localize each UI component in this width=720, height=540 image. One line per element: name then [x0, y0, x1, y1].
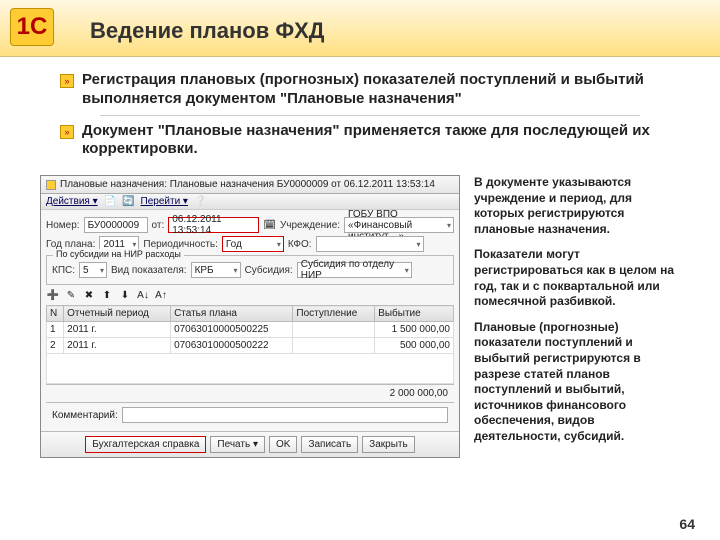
- logo: 1C: [10, 8, 70, 52]
- add-icon[interactable]: ➕: [46, 288, 60, 302]
- logo-1c-icon: 1C: [10, 8, 54, 46]
- print-button[interactable]: Печать ▾: [210, 436, 265, 453]
- header: 1C Ведение планов ФХД: [0, 0, 720, 57]
- bullet-list: » Регистрация плановых (прогнозных) пока…: [0, 57, 720, 171]
- down-icon[interactable]: ⬇: [118, 288, 132, 302]
- doc-icon: [46, 180, 56, 190]
- label-year: Год плана:: [46, 239, 95, 250]
- label-kfo: КФО:: [288, 239, 312, 250]
- toolbar-icon[interactable]: 🔄: [122, 196, 134, 207]
- plan-table: N Отчетный период Статья плана Поступлен…: [46, 305, 454, 384]
- field-comment[interactable]: [122, 407, 448, 423]
- table-row: [47, 354, 454, 384]
- edit-icon[interactable]: ✎: [64, 288, 78, 302]
- save-button[interactable]: Записать: [301, 436, 358, 453]
- th-period[interactable]: Отчетный период: [64, 306, 171, 322]
- label-comment: Комментарий:: [52, 410, 118, 421]
- goto-menu[interactable]: Перейти ▾: [141, 196, 188, 207]
- group-subsidy: По субсидии на НИР расходы КПС: 5 Вид по…: [46, 255, 454, 285]
- field-period[interactable]: Год: [222, 236, 284, 252]
- up-icon[interactable]: ⬆: [100, 288, 114, 302]
- footer-buttons: Бухгалтерская справка Печать ▾ OK Записа…: [41, 431, 459, 457]
- label-kps: КПС:: [52, 265, 75, 276]
- field-indicator[interactable]: КРБ: [191, 262, 241, 278]
- bullet-text: Документ "Плановые назначения" применяет…: [82, 122, 680, 160]
- table-total: 2 000 000,00: [46, 384, 454, 403]
- window-title: Плановые назначения: Плановые назначения…: [60, 179, 435, 190]
- delete-icon[interactable]: ✖: [82, 288, 96, 302]
- form-body: Номер: БУ0000009 от: 06.12.2011 13:53:14…: [41, 210, 459, 431]
- th-income[interactable]: Поступление: [293, 306, 375, 322]
- table-toolbar: ➕ ✎ ✖ ⬆ ⬇ A↓ A↑: [46, 285, 454, 305]
- divider: [100, 115, 640, 116]
- table-row: 1 2011 г. 07063010000500225 1 500 000,00: [47, 322, 454, 338]
- bullet-text: Регистрация плановых (прогнозных) показа…: [82, 71, 680, 109]
- label-number: Номер:: [46, 220, 80, 231]
- field-subsidy[interactable]: Субсидия по отделу НИР: [297, 262, 412, 278]
- toolbar-icon[interactable]: 📄: [104, 196, 116, 207]
- th-article[interactable]: Статья плана: [171, 306, 293, 322]
- field-number[interactable]: БУ0000009: [84, 217, 148, 233]
- page-title: Ведение планов ФХД: [90, 6, 720, 52]
- bullet-icon: »: [60, 125, 74, 139]
- field-org[interactable]: ГОБУ ВПО «Финансовый институт…»: [344, 217, 454, 233]
- help-icon[interactable]: ❔: [194, 196, 206, 207]
- calendar-icon[interactable]: 🗓: [263, 220, 276, 231]
- window: Плановые назначения: Плановые назначения…: [40, 175, 460, 458]
- side-notes: В документе указываются учреждение и пер…: [474, 175, 684, 458]
- side-p3: Плановые (прогнозные) показатели поступл…: [474, 320, 684, 445]
- page-number: 64: [679, 516, 695, 532]
- field-kps[interactable]: 5: [79, 262, 107, 278]
- sort-icon[interactable]: A↑: [154, 288, 168, 302]
- app-screenshot: Плановые назначения: Плановые назначения…: [40, 175, 460, 458]
- ok-button[interactable]: OK: [269, 436, 297, 453]
- table-row: 2 2011 г. 07063010000500222 500 000,00: [47, 338, 454, 354]
- actions-menu[interactable]: Действия ▾: [46, 196, 98, 207]
- label-indicator: Вид показателя:: [111, 265, 187, 276]
- ref-button[interactable]: Бухгалтерская справка: [85, 436, 206, 453]
- close-button[interactable]: Закрыть: [362, 436, 415, 453]
- sort-icon[interactable]: A↓: [136, 288, 150, 302]
- label-subsidy: Субсидия:: [245, 265, 293, 276]
- field-kfo[interactable]: [316, 236, 424, 252]
- label-org: Учреждение:: [280, 220, 340, 231]
- th-n[interactable]: N: [47, 306, 64, 322]
- side-p1: В документе указываются учреждение и пер…: [474, 175, 684, 237]
- label-period: Периодичность:: [143, 239, 218, 250]
- window-titlebar: Плановые назначения: Плановые назначения…: [41, 176, 459, 194]
- side-p2: Показатели могут регистрироваться как в …: [474, 247, 684, 309]
- bullet-icon: »: [60, 74, 74, 88]
- label-from: от:: [152, 220, 165, 231]
- field-date[interactable]: 06.12.2011 13:53:14: [168, 217, 259, 233]
- th-outcome[interactable]: Выбытие: [375, 306, 454, 322]
- group-title: По субсидии на НИР расходы: [53, 249, 184, 259]
